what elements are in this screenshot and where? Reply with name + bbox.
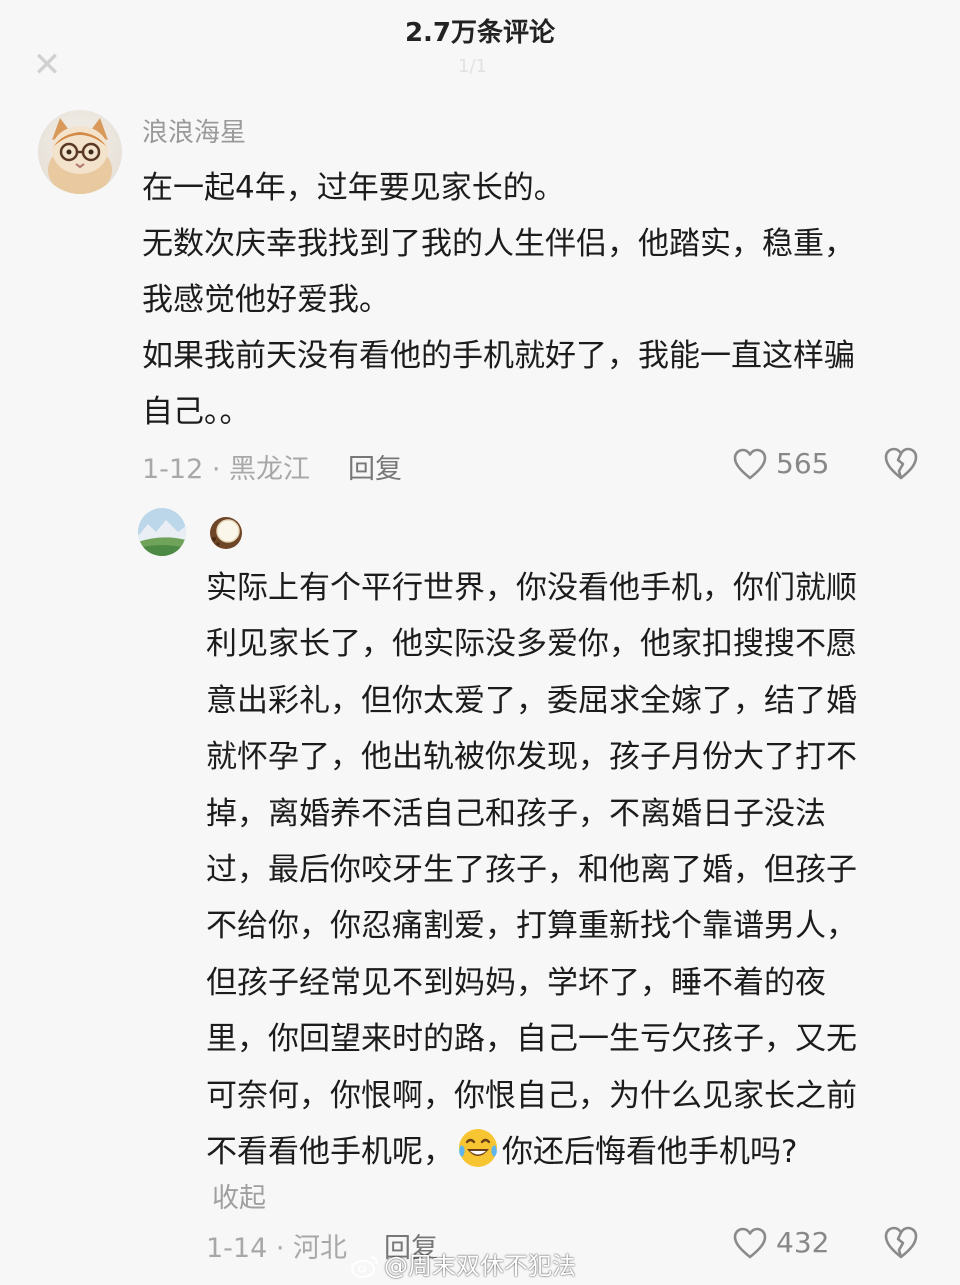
reply-line: 利见家长了，他实际没多爱你，他家扣搜搜不愿 [206, 626, 857, 663]
comment-date-location: 1-12 · 黑龙江 [142, 454, 311, 485]
comment-body: 在一起4年，过年要见家长的。 无数次庆幸我找到了我的人生伴侣，他踏实，稳重， 我… [142, 160, 932, 440]
reply-line: 可奈何，你恨啊，你恨自己，为什么见家长之前 [206, 1077, 857, 1114]
reply-text-segment: 你还后悔看他手机吗? [502, 1134, 798, 1171]
watermark-text: @周末双休不犯法 [384, 1252, 576, 1280]
reply-last-line: 不看看他手机呢， 你还后悔看他手机吗? [206, 1124, 936, 1180]
watermark: @周末双休不犯法 [350, 1246, 576, 1281]
like-count: 565 [776, 447, 830, 480]
like-count: 432 [776, 1226, 830, 1259]
reply-line: 掉，离婚养不活自己和孩子，不离婚日子没法 [206, 795, 826, 832]
reply-avatar[interactable] [138, 508, 186, 556]
comment-author-name[interactable]: 浪浪海星 [142, 112, 246, 149]
weibo-logo-icon [351, 1256, 378, 1278]
collapse-button[interactable]: 收起 [212, 1176, 266, 1215]
reply-line: 不给你，你忍痛割爱，打算重新找个靠谱男人， [206, 908, 857, 945]
comment-line: 无数次庆幸我找到了我的人生伴侣，他踏实，稳重， [142, 226, 855, 262]
cat-with-glasses-icon [48, 118, 112, 194]
comments-header: ✕ 2.7万条评论 1/1 [0, 0, 960, 82]
reply-line: 就怀孕了，他出轨被你发现，孩子月份大了打不 [206, 739, 857, 776]
laughing-tears-emoji-icon [459, 1129, 497, 1168]
comment-meta-row: 1-12 · 黑龙江 回复 565 [142, 443, 932, 487]
reply-line: 实际上有个平行世界，你没看他手机，你们就顺 [206, 570, 857, 606]
broken-heart-icon[interactable] [882, 1224, 920, 1260]
reply-line: 意出彩礼，但你太爱了，委屈求全嫁了，结了婚 [206, 682, 857, 719]
comment-line: 我感觉他好爱我。 [142, 282, 390, 318]
reply-line: 但孩子经常见不到妈妈，学坏了，睡不着的夜 [206, 964, 826, 1001]
comment-line: 在一起4年，过年要见家长的。 [142, 170, 565, 206]
heart-icon [733, 1227, 767, 1259]
close-icon[interactable]: ✕ [30, 48, 64, 82]
comment-line: 自己。。 [142, 394, 251, 430]
landscape-icon [138, 508, 186, 556]
coconut-icon[interactable] [206, 512, 246, 552]
reply-line: 过，最后你咬牙生了孩子，和他离了婚，但孩子 [206, 852, 857, 889]
broken-heart-icon[interactable] [882, 445, 920, 481]
avatar[interactable] [38, 110, 122, 194]
reply-line: 里，你回望来时的路，自己一生亏欠孩子，又无 [206, 1021, 857, 1058]
reply-button[interactable]: 回复 [348, 447, 402, 486]
header-faint-text: 1/1 [458, 56, 487, 77]
comment-line: 如果我前天没有看他的手机就好了，我能一直这样骗 [142, 338, 855, 374]
reply-date-location: 1-14 · 河北 [206, 1233, 348, 1264]
reply-text-segment: 不看看他手机呢， [206, 1134, 454, 1171]
heart-icon [733, 448, 767, 480]
comments-count-title: 2.7万条评论 [404, 18, 556, 48]
reply-body: 实际上有个平行世界，你没看他手机，你们就顺 利见家长了，他实际没多爱你，他家扣搜… [206, 560, 936, 1180]
